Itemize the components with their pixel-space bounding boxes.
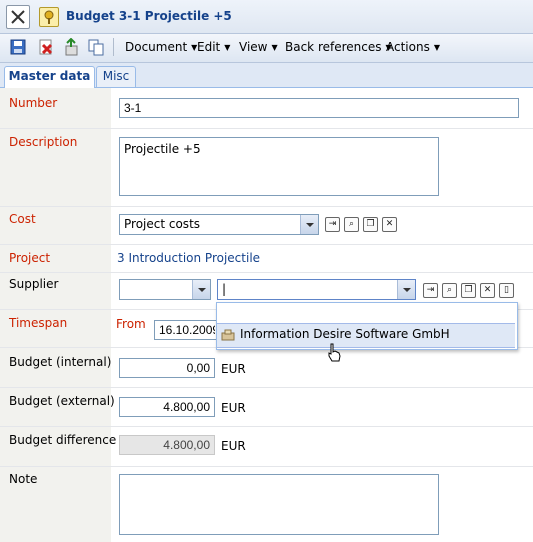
chevron-down-icon[interactable] — [300, 215, 318, 234]
chevron-down-icon[interactable] — [192, 280, 210, 299]
menu-document[interactable]: Document ▼ — [125, 40, 197, 54]
project-link[interactable]: 3 Introduction Projectile — [117, 251, 260, 265]
note-field[interactable] — [119, 474, 439, 535]
menu-edit-label: Edit — [197, 40, 221, 54]
menu-actions-label: Actions — [386, 40, 430, 54]
budget-external-field[interactable] — [119, 397, 215, 417]
budget-external-unit: EUR — [221, 401, 246, 415]
save-icon[interactable] — [9, 38, 27, 56]
open-icon[interactable]: ⇥ — [423, 283, 438, 298]
clear-icon[interactable]: ✕ — [480, 283, 495, 298]
toolbar-separator — [113, 38, 114, 56]
chevron-down-icon: ▼ — [271, 43, 278, 52]
window-title: Budget 3-1 Projectile +5 — [66, 9, 232, 23]
new-icon[interactable] — [62, 37, 80, 56]
description-field[interactable]: Projectile +5 — [119, 137, 439, 196]
row-divider — [0, 272, 533, 273]
menu-view[interactable]: View ▼ — [239, 40, 278, 54]
hand-cursor-icon — [327, 343, 341, 363]
budget-app-icon — [39, 7, 59, 27]
timespan-label: Timespan — [9, 316, 68, 330]
copy-icon[interactable] — [87, 38, 105, 56]
budget-internal-label: Budget (internal) — [9, 355, 112, 369]
chevron-down-icon: ▼ — [433, 43, 440, 52]
clear-icon[interactable]: ✕ — [382, 217, 397, 232]
new-document-icon[interactable]: ▯ — [499, 283, 514, 298]
menu-back-references-label: Back references — [285, 40, 382, 54]
row-divider — [0, 426, 533, 427]
budget-external-label: Budget (external) — [9, 394, 115, 408]
tab-master-data[interactable]: Master data — [4, 66, 95, 88]
menu-actions[interactable]: Actions ▼ — [386, 40, 440, 54]
supplier-select-value: | — [222, 282, 227, 296]
menu-view-label: View — [239, 40, 268, 54]
number-field[interactable] — [119, 98, 519, 118]
row-divider — [0, 387, 533, 388]
row-divider — [0, 466, 533, 467]
number-label: Number — [9, 96, 58, 110]
budget-internal-field[interactable] — [119, 358, 215, 378]
supplier-select[interactable]: | — [217, 279, 416, 300]
project-label: Project — [9, 251, 51, 265]
supplier-label: Supplier — [9, 277, 59, 291]
timespan-from-label: From — [116, 317, 146, 331]
supplier-type-select[interactable] — [119, 279, 211, 300]
open-icon[interactable]: ⇥ — [325, 217, 340, 232]
delete-icon[interactable] — [37, 38, 55, 56]
description-label: Description — [9, 135, 78, 149]
budget-difference-label: Budget difference — [9, 433, 117, 447]
cost-select-value: Project costs — [124, 217, 201, 231]
budget-difference-unit: EUR — [221, 439, 246, 453]
menu-edit[interactable]: Edit ▼ — [197, 40, 230, 54]
budget-difference-field — [119, 435, 215, 455]
tab-misc[interactable]: Misc — [96, 66, 136, 87]
supplier-option-label: Information Desire Software GmbH — [240, 327, 450, 341]
copy-icon[interactable]: ❐ — [363, 217, 378, 232]
menu-back-references[interactable]: Back references ▼ — [285, 40, 392, 54]
chevron-down-icon[interactable] — [397, 280, 415, 299]
search-icon[interactable]: ⌕ — [344, 217, 359, 232]
menu-document-label: Document — [125, 40, 188, 54]
budget-internal-unit: EUR — [221, 362, 246, 376]
cost-select[interactable]: Project costs — [119, 214, 319, 235]
company-icon — [221, 329, 235, 341]
copy-icon[interactable]: ❐ — [461, 283, 476, 298]
note-label: Note — [9, 472, 38, 486]
row-divider — [0, 244, 533, 245]
row-divider — [0, 128, 533, 129]
chevron-down-icon: ▼ — [224, 43, 231, 52]
timespan-from-field[interactable] — [154, 320, 220, 340]
supplier-option-empty[interactable] — [217, 303, 515, 322]
close-icon[interactable] — [6, 5, 30, 29]
row-divider — [0, 206, 533, 207]
cost-label: Cost — [9, 212, 36, 226]
search-icon[interactable]: ⌕ — [442, 283, 457, 298]
